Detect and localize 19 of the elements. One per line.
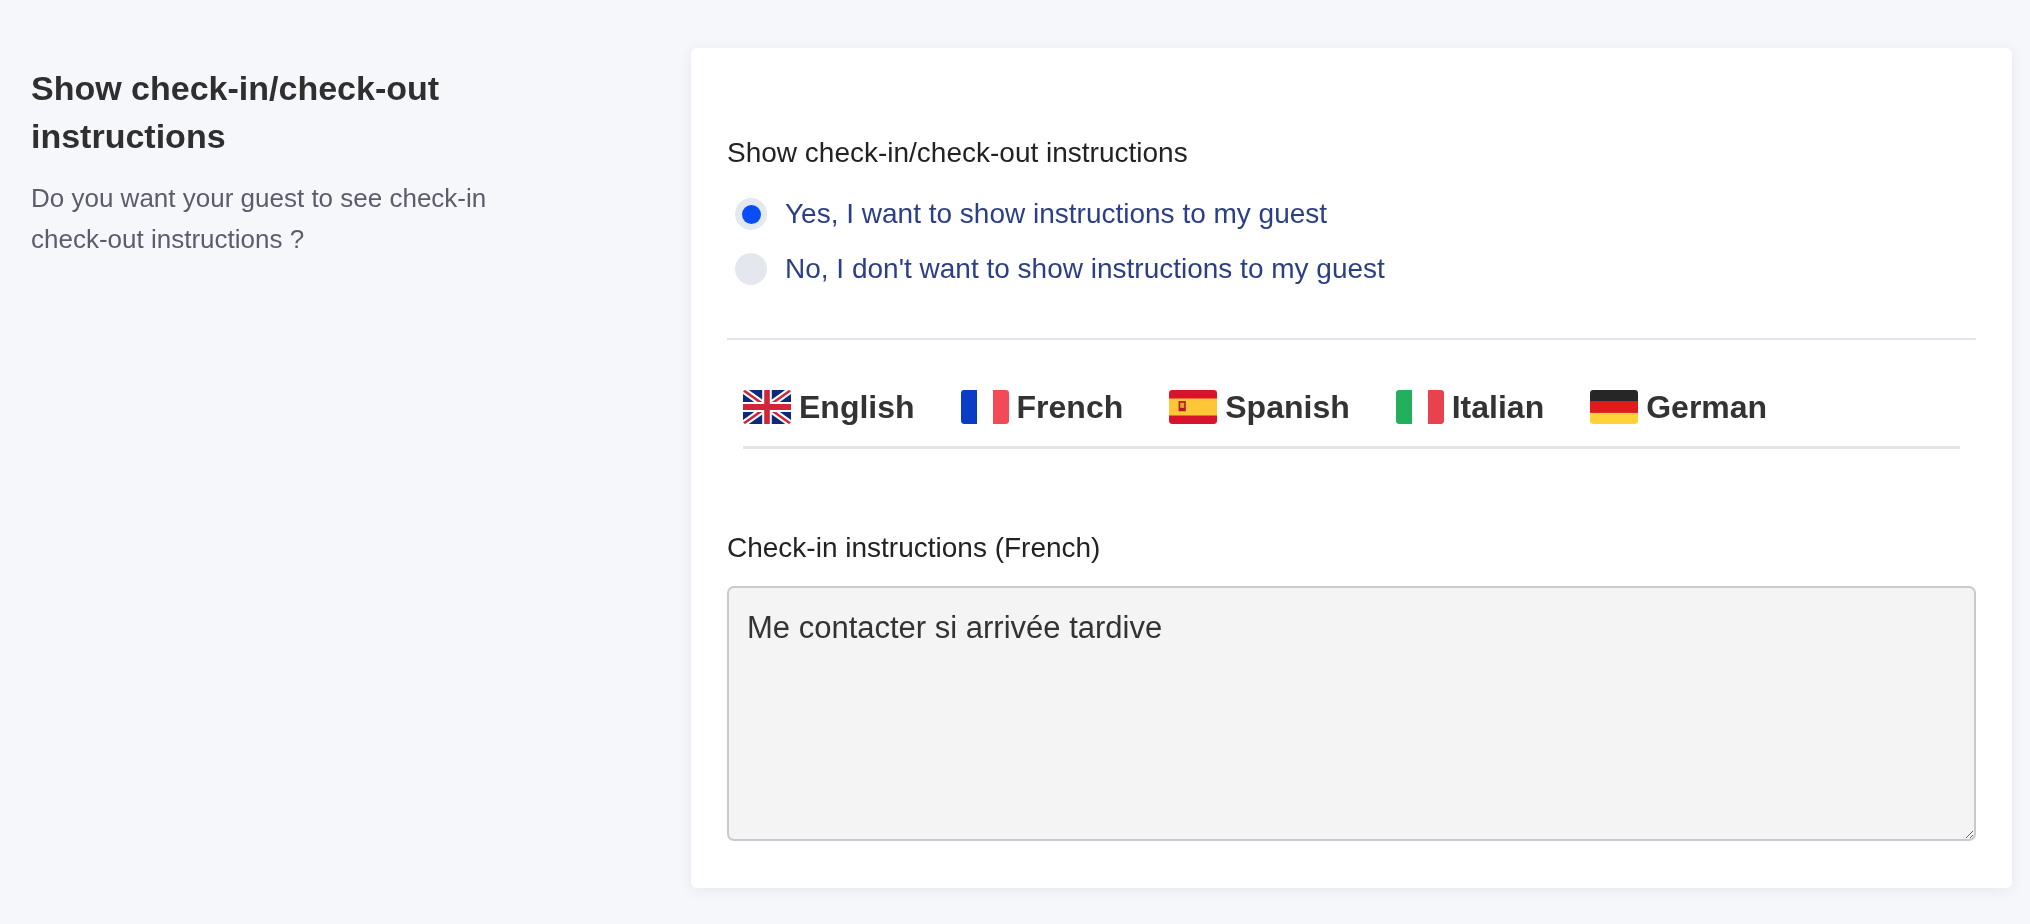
language-tab[interactable]: French	[960, 370, 1124, 446]
flag-icon	[960, 390, 1009, 424]
language-tab[interactable]: English	[743, 370, 915, 446]
radio-button[interactable]	[735, 253, 767, 285]
language-tab[interactable]: Italian	[1395, 370, 1545, 446]
option-label[interactable]: No, I don't want to show instructions to my guest	[785, 248, 1385, 290]
flag-icon	[1169, 390, 1218, 424]
language-tab[interactable]: German	[1590, 370, 1768, 446]
instructions-field[interactable]: Me contacter si arrivée tardive	[727, 586, 1976, 841]
language-tab[interactable]: Spanish	[1169, 370, 1350, 446]
flag-icon	[743, 390, 791, 424]
radio-button[interactable]	[735, 198, 767, 230]
flag-icon	[1590, 390, 1639, 424]
flag-icon	[1395, 390, 1444, 424]
field-label: Show check-in/check-out instructions	[727, 136, 1189, 170]
section-title: Show check-in/check-out instructions	[31, 68, 441, 157]
field-label: Check-in instructions (French)	[727, 531, 1102, 565]
option-label[interactable]: Yes, I want to show instructions to my guest	[785, 193, 1328, 235]
section-description: Do you want your guest to see check-in check-out instructions ?	[31, 182, 488, 256]
